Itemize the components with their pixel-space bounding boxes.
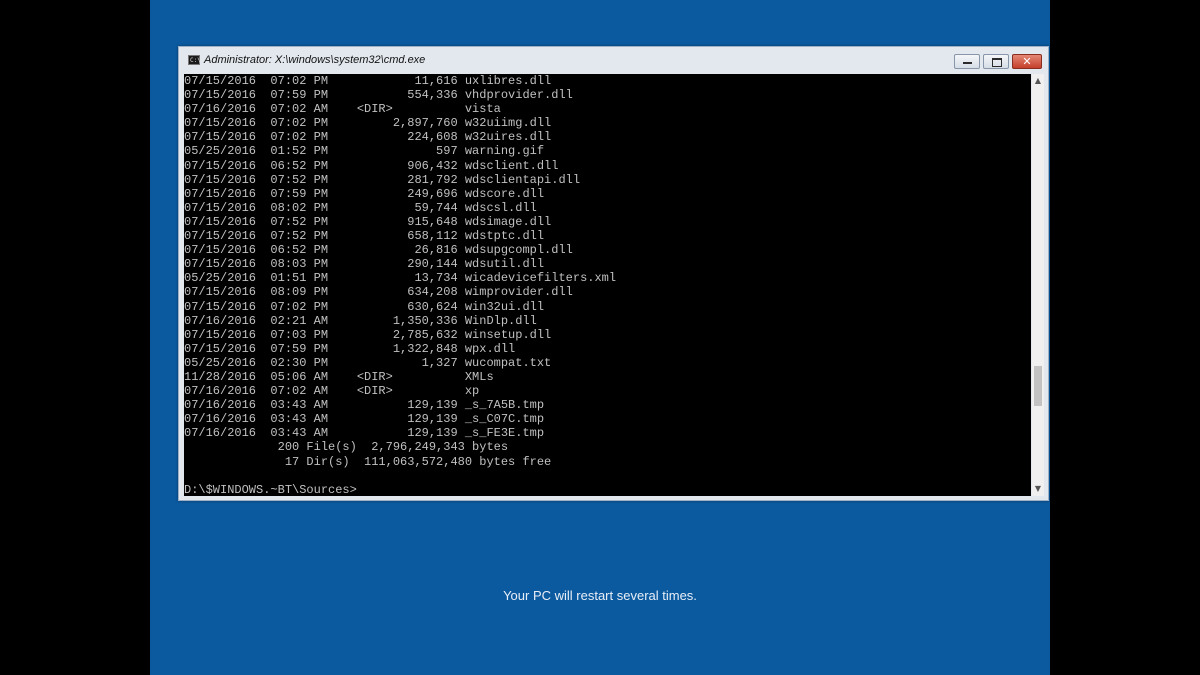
scroll-up-arrow-icon[interactable]: ▲: [1032, 75, 1044, 87]
console-line: 07/16/2016 07:02 AM <DIR> vista: [184, 102, 501, 117]
cmd-icon: C:\: [188, 55, 201, 65]
console-line: 07/15/2016 07:52 PM 281,792 wdsclientapi…: [184, 172, 581, 187]
minimize-icon: [963, 62, 972, 64]
console-line: 07/16/2016 02:21 AM 1,350,336 WinDlp.dll: [184, 313, 537, 328]
console-line: 07/16/2016 03:43 AM 129,139 _s_7A5B.tmp: [184, 398, 545, 413]
console-line: 07/16/2016 03:43 AM 129,139 _s_C07C.tmp: [184, 412, 545, 427]
console-line: 07/15/2016 08:02 PM 59,744 wdscsl.dll: [184, 200, 537, 215]
scrollbar-thumb[interactable]: [1034, 366, 1042, 406]
console-line: 17 Dir(s) 111,063,572,480 bytes free: [184, 454, 552, 469]
setup-status-message: Your PC will restart several times.: [503, 588, 697, 603]
console-line: 05/25/2016 01:52 PM 597 warning.gif: [184, 144, 545, 159]
scroll-down-arrow-icon[interactable]: ▼: [1032, 483, 1044, 495]
console-line: 200 File(s) 2,796,249,343 bytes: [184, 440, 509, 455]
console-line: D:\$WINDOWS.~BT\Sources>: [184, 482, 357, 496]
console-line: 07/15/2016 07:02 PM 224,608 w32uires.dll: [184, 130, 552, 145]
minimize-button[interactable]: [954, 54, 980, 69]
console-line: 07/15/2016 07:59 PM 249,696 wdscore.dll: [184, 186, 545, 201]
console-line: 07/15/2016 07:59 PM 554,336 vhdprovider.…: [184, 88, 573, 103]
console-lines: 07/15/2016 07:02 PM 11,616 uxlibres.dll 0…: [184, 74, 1031, 496]
console-line: 07/15/2016 07:03 PM 2,785,632 winsetup.d…: [184, 327, 552, 342]
console-output[interactable]: 07/15/2016 07:02 PM 11,616 uxlibres.dll 0…: [184, 74, 1031, 496]
console-line: 07/15/2016 08:03 PM 290,144 wdsutil.dll: [184, 257, 545, 272]
maximize-icon: [992, 58, 1002, 67]
console-line: 07/15/2016 07:02 PM 2,897,760 w32uiimg.d…: [184, 116, 552, 131]
cmd-window[interactable]: C:\ Administrator: X:\windows\system32\c…: [178, 46, 1049, 501]
window-title: Administrator: X:\windows\system32\cmd.e…: [204, 54, 426, 66]
console-line: 07/15/2016 07:52 PM 658,112 wdstptc.dll: [184, 229, 545, 244]
console-line: 11/28/2016 05:06 AM <DIR> XMLs: [184, 369, 494, 384]
vertical-scrollbar[interactable]: ▲ ▼: [1032, 74, 1044, 496]
console-line: 07/15/2016 07:02 PM 11,616 uxlibres.dll: [184, 74, 552, 88]
console-line: 05/25/2016 02:30 PM 1,327 wucompat.txt: [184, 355, 552, 370]
close-icon: ✕: [1022, 55, 1032, 68]
maximize-button[interactable]: [983, 54, 1009, 69]
console-line: 07/15/2016 07:59 PM 1,322,848 wpx.dll: [184, 341, 516, 356]
close-button[interactable]: ✕: [1012, 54, 1042, 69]
console-line: 07/16/2016 07:02 AM <DIR> xp: [184, 384, 480, 399]
title-bar[interactable]: C:\ Administrator: X:\windows\system32\c…: [179, 47, 1048, 73]
console-line: 07/16/2016 03:43 AM 129,139 _s_FE3E.tmp: [184, 426, 545, 441]
console-line: 07/15/2016 06:52 PM 906,432 wdsclient.dl…: [184, 158, 559, 173]
setup-background: C:\ Administrator: X:\windows\system32\c…: [150, 0, 1050, 675]
console-line: 05/25/2016 01:51 PM 13,734 wicadevicefil…: [184, 271, 617, 286]
console-line: 07/15/2016 07:02 PM 630,624 win32ui.dll: [184, 299, 545, 314]
console-line: 07/15/2016 08:09 PM 634,208 wimprovider.…: [184, 285, 573, 300]
console-line: 07/15/2016 07:52 PM 915,648 wdsimage.dll: [184, 214, 552, 229]
console-line: 07/15/2016 06:52 PM 26,816 wdsupgcompl.d…: [184, 243, 573, 258]
